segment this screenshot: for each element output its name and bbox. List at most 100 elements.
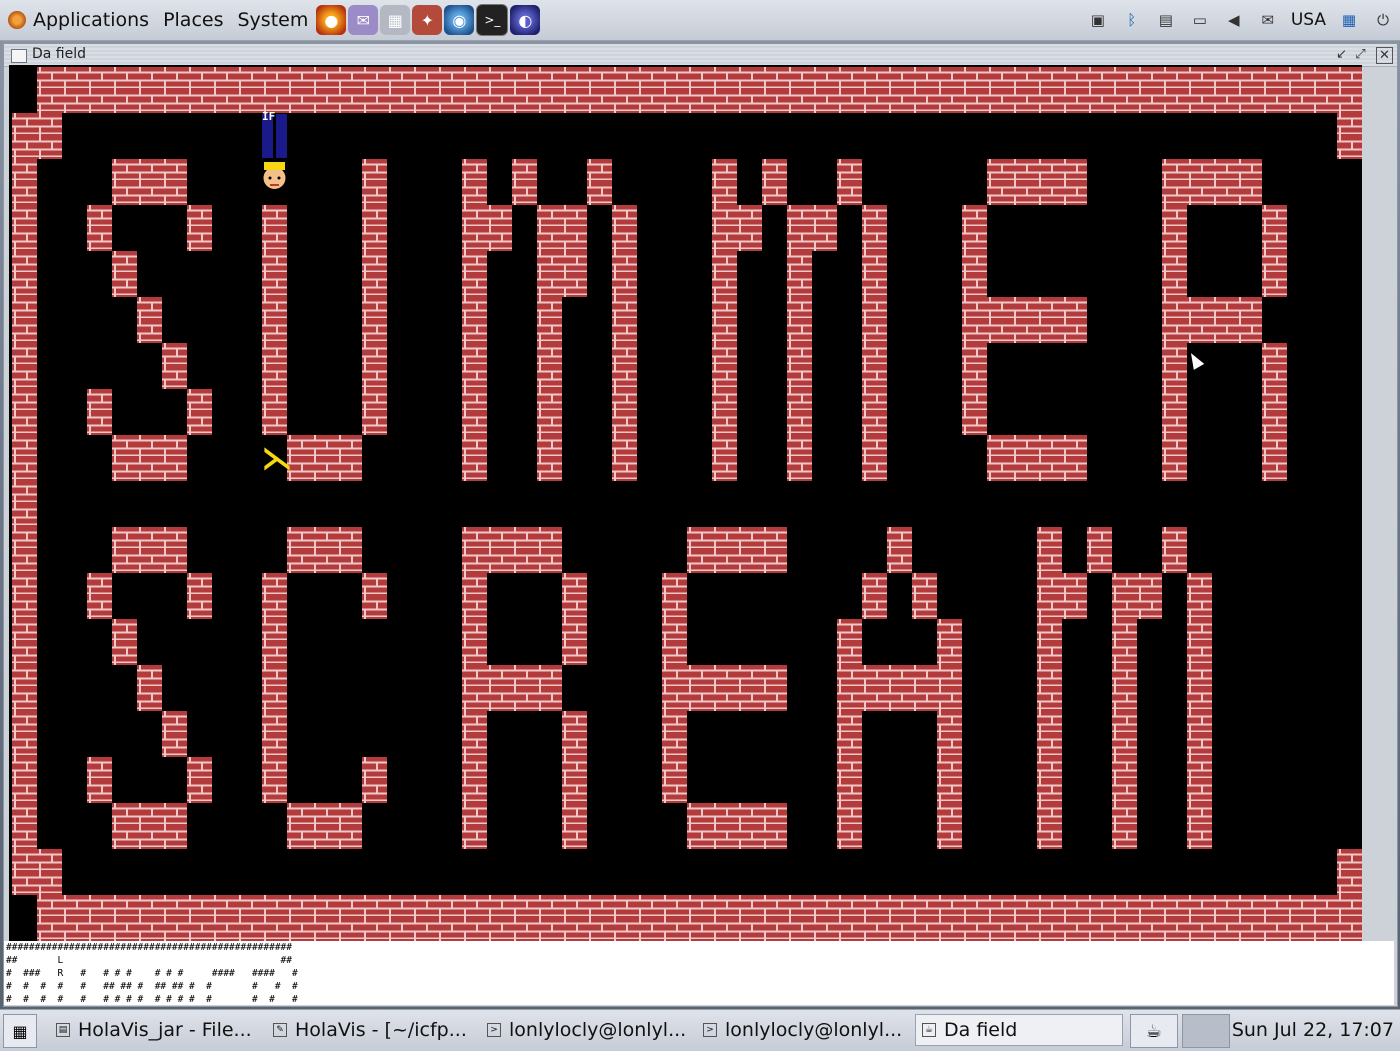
firefox-icon[interactable]: ● (316, 5, 347, 35)
brick-wall-segment (987, 297, 1087, 343)
terminal-icon[interactable]: >_ (476, 4, 509, 36)
brick-wall-segment (12, 849, 62, 895)
ascii-map-panel: ########################################… (4, 941, 1394, 1005)
brick-wall-segment (137, 297, 162, 343)
brick-wall-segment (512, 159, 537, 205)
brick-wall-segment (562, 251, 587, 297)
clock[interactable]: Sun Jul 22, 17:07 (1232, 1010, 1394, 1051)
brick-wall-segment (1337, 113, 1362, 159)
taskbar-item-terminal-2[interactable]: > lonlylocly@lonlyl... (703, 1014, 911, 1046)
brick-wall-segment (462, 159, 487, 481)
ascii-line: # # # # # # # # # # # # # # # # # (6, 994, 298, 1005)
brick-wall-segment (537, 205, 587, 251)
network-icon[interactable]: ▦ (1336, 8, 1362, 32)
brick-wall-segment (1162, 205, 1187, 481)
lock-screen-icon[interactable]: ▣ (1085, 8, 1111, 32)
brick-wall-segment (737, 205, 762, 251)
mail-client-icon[interactable]: ◉ (444, 5, 475, 35)
keyboard-layout-indicator[interactable]: USA (1291, 10, 1326, 30)
taskbar-item-da-field[interactable]: ☕ Da field (915, 1014, 1123, 1046)
ascii-line: ## L ## (6, 955, 292, 966)
ascii-line: # ### R # # # # # # # #### #### # (6, 968, 298, 979)
brick-wall-segment (862, 665, 937, 711)
brick-wall-segment (137, 665, 162, 711)
workspace-switcher[interactable] (1182, 1014, 1230, 1048)
brick-wall-segment (612, 205, 637, 481)
brick-wall-segment (762, 159, 787, 205)
task-label: lonlylocly@lonlyl... (509, 1019, 687, 1041)
robot-label: IF (262, 110, 276, 123)
close-icon[interactable]: ✕ (1376, 47, 1393, 64)
menu-applications[interactable]: Applications (26, 0, 156, 40)
taskbar-item-editor[interactable]: ✎ HolaVis - [~/icfp... (273, 1014, 481, 1046)
task-label: HolaVis - [~/icfp... (295, 1019, 467, 1041)
bottom-panel: ▦ ▤ HolaVis_jar - File... ✎ HolaVis - [~… (0, 1009, 1400, 1051)
brick-wall-segment (1062, 573, 1087, 619)
task-label: HolaVis_jar - File... (78, 1019, 252, 1041)
brick-wall-segment (712, 159, 737, 481)
volume-icon[interactable]: ◀ (1221, 8, 1247, 32)
window-icon (11, 49, 27, 63)
brick-wall-segment (1187, 573, 1212, 849)
brick-wall-segment (87, 573, 112, 619)
power-icon[interactable]: ⏻ (1370, 8, 1396, 32)
brick-wall-segment (937, 619, 962, 849)
brick-wall-segment (462, 573, 487, 849)
brick-wall-segment (862, 573, 887, 619)
brick-wall-segment (562, 711, 587, 849)
display-icon[interactable]: ▭ (1187, 8, 1213, 32)
brick-wall-segment (587, 159, 612, 205)
brick-wall-segment (962, 205, 987, 435)
brick-wall-segment (187, 389, 212, 435)
thunderbird-icon[interactable]: ✦ (412, 5, 443, 35)
network-manager-icon[interactable]: ▦ (380, 5, 411, 35)
java-app-icon: ☕ (922, 1023, 936, 1037)
distro-logo-icon[interactable] (8, 11, 26, 29)
brick-wall-segment (287, 435, 362, 481)
brick-wall-segment (262, 205, 287, 435)
system-tray: ▣ ᛒ ▤ ▭ ◀ ✉ USA ▦ ⏻ (1081, 0, 1400, 40)
brick-wall-segment (1112, 573, 1162, 619)
brick-wall-segment (187, 757, 212, 803)
brick-wall-segment (487, 665, 562, 711)
maximize-icon[interactable]: ⤢ (1353, 47, 1368, 62)
brick-wall-segment (112, 527, 187, 573)
brick-wall-segment (12, 159, 37, 895)
eclipse-icon[interactable]: ◐ (510, 5, 541, 35)
brick-wall-segment (162, 343, 187, 389)
brick-wall-segment (1262, 205, 1287, 297)
brick-wall-segment (537, 251, 562, 481)
menu-system[interactable]: System (230, 0, 315, 40)
java-tray-icon[interactable]: ☕ (1130, 1014, 1178, 1048)
brick-wall-segment (87, 205, 112, 251)
brick-wall-segment (1162, 159, 1262, 205)
editor-icon: ✎ (273, 1023, 287, 1037)
brick-wall-segment (1037, 527, 1062, 849)
brick-wall-segment (287, 527, 362, 573)
brick-wall-segment (687, 803, 787, 849)
brick-wall-segment (362, 573, 387, 619)
mail-icon[interactable]: ✉ (1255, 8, 1281, 32)
brick-wall-segment (1187, 297, 1262, 343)
brick-wall-segment (837, 619, 862, 849)
brick-wall-segment (1112, 619, 1137, 849)
taskbar-item-file-manager[interactable]: ▤ HolaVis_jar - File... (56, 1014, 268, 1046)
brick-wall-segment (687, 665, 787, 711)
taskbar-item-terminal-1[interactable]: > lonlylocly@lonlyl... (487, 1014, 697, 1046)
brick-wall-segment (112, 251, 137, 297)
brick-wall-segment (112, 435, 187, 481)
window-titlebar[interactable]: Da field ↙ ⤢ ✕ (4, 44, 1397, 67)
brick-wall-segment (162, 711, 187, 757)
brick-wall-segment (362, 159, 387, 435)
pidgin-icon[interactable]: ✉ (348, 5, 379, 35)
minimize-icon[interactable]: ↙ (1334, 47, 1349, 62)
show-desktop-button[interactable]: ▦ (3, 1014, 37, 1048)
brick-wall-segment (87, 389, 112, 435)
task-label: lonlylocly@lonlyl... (725, 1019, 903, 1041)
brick-wall-segment (887, 527, 912, 573)
bluetooth-icon[interactable]: ᛒ (1119, 8, 1145, 32)
clipboard-icon[interactable]: ▤ (1153, 8, 1179, 32)
brick-wall-segment (262, 573, 287, 803)
menu-places[interactable]: Places (156, 0, 230, 40)
brick-wall-segment (1162, 527, 1187, 573)
